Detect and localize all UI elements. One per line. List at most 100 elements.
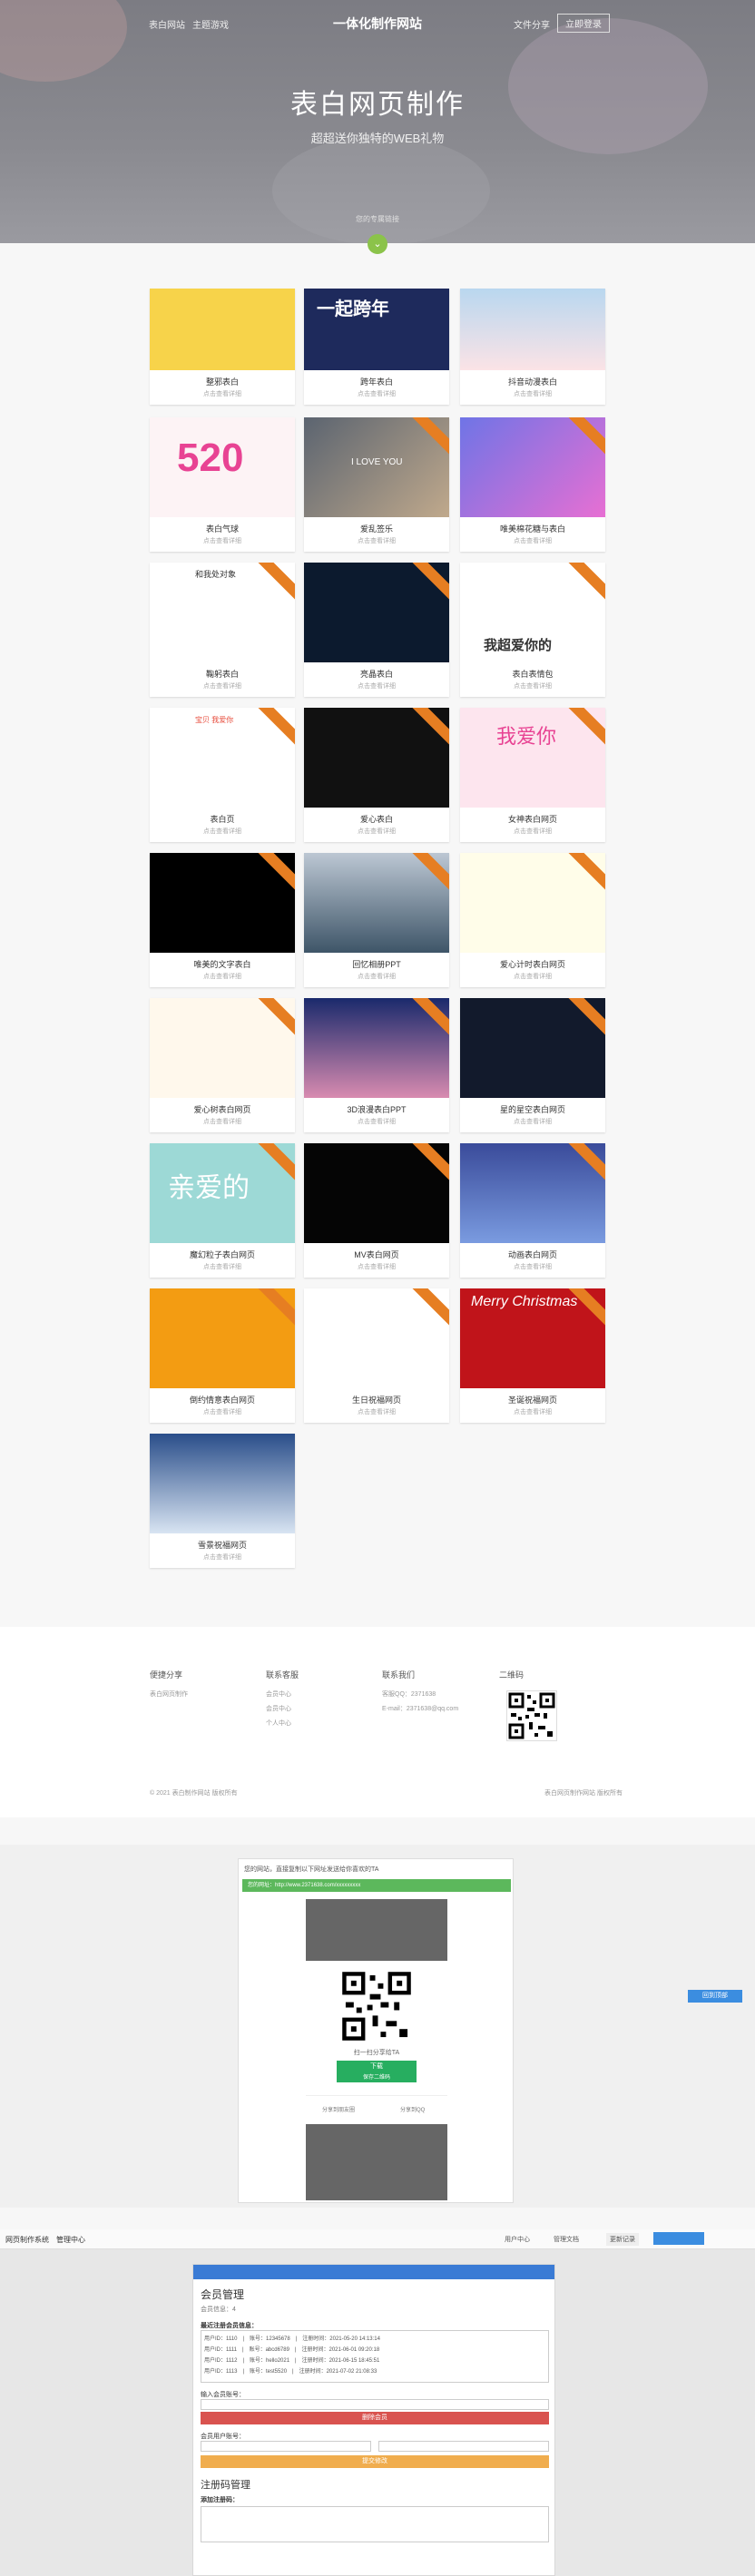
save-qr-button[interactable]: 保存二维码 [337,2073,417,2082]
share-url-bar[interactable]: 您的网址：http://www.2371638.com/xxxxxxxxx [242,1879,511,1892]
card-thumbnail[interactable] [304,563,449,662]
recent-members-box[interactable]: 用户ID：1110 | 账号：12345678 | 注册时间：2021-05-2… [201,2330,549,2383]
template-card[interactable]: 唯美的文字表白 点击查看详细 [150,853,295,987]
footer-link[interactable]: 表白网页制作 [150,1688,188,1702]
back-to-top-button[interactable]: 回到顶部 [688,1990,742,2003]
footer-text: 客服QQ：2371638 [382,1691,436,1698]
template-card[interactable]: 我爱你 女神表白网页 点击查看详细 [460,708,605,842]
footer-link[interactable]: 会员中心 [266,1688,299,1702]
card-thumbnail[interactable] [460,853,605,953]
site-footer: 便捷分享 表白网页制作 联系客服 会员中心 会员中心 个人中心 联系我们 客服Q… [0,1627,755,1817]
template-card[interactable]: 宝贝 我爱你 表白页 点击查看详细 [150,708,295,842]
template-card[interactable]: 星的星空表白网页 点击查看详细 [460,998,605,1132]
template-card[interactable]: 唯美棉花糖与表白 点击查看详细 [460,417,605,552]
card-thumbnail[interactable]: 宝贝 我爱你 [150,708,295,808]
card-meta: 点击查看详细 [203,974,241,980]
card-thumbnail[interactable]: 520 [150,417,295,517]
template-card[interactable]: 爱心计时表白网页 点击查看详细 [460,853,605,987]
admin-link-docs[interactable]: 管理文档 [554,2235,579,2244]
template-card[interactable]: 亲爱的 魔幻粒子表白网页 点击查看详细 [150,1143,295,1278]
template-card[interactable]: 动画表白网页 点击查看详细 [460,1143,605,1278]
template-card[interactable]: 爱心树表白网页 点击查看详细 [150,998,295,1132]
template-card[interactable]: MV表白网页 点击查看详细 [304,1143,449,1278]
share-moments-button[interactable]: 分享到朋友圈 [322,2105,355,2113]
footer-link[interactable]: 个人中心 [266,1717,299,1731]
card-thumbnail[interactable] [150,853,295,953]
card-thumbnail[interactable] [150,289,295,370]
footer-right[interactable]: 表白网页制作网站 版权所有 [544,1788,623,1797]
card-thumbnail[interactable] [150,1288,295,1388]
ribbon-badge [403,563,449,605]
template-card[interactable]: 整邪表白 点击查看详细 [150,289,295,405]
share-actions: 分享到朋友圈 分享到QQ [306,2095,447,2124]
qr-card: 扫一扫分享给TA 下载 保存二维码 分享到朋友圈 分享到QQ [306,1961,447,2124]
chevron-down-icon[interactable]: ⌄ [368,234,387,254]
card-thumbnail[interactable]: 一起跨年 [304,289,449,370]
template-card[interactable]: 一起跨年 跨年表白 点击查看详细 [304,289,449,405]
template-card[interactable]: 回忆相册PPT 点击查看详细 [304,853,449,987]
footer-col-title: 便捷分享 [150,1670,183,1680]
card-meta: 点击查看详细 [358,1409,396,1415]
template-card[interactable]: I LOVE YOU 爱乱签乐 点击查看详细 [304,417,449,552]
ribbon-badge [249,998,295,1041]
card-title: 女神表白网页 [507,815,557,824]
page-subtitle: 超超送你独特的WEB礼物 [310,132,445,145]
submit-edit-button[interactable]: 提交修改 [201,2455,549,2468]
admin-link-user[interactable]: 用户中心 [505,2235,530,2244]
card-thumbnail[interactable]: 和我处对象 [150,563,295,662]
template-card[interactable]: 和我处对象鞠躬表白点击查看详细 [150,563,295,697]
download-button[interactable]: 下载 [337,2061,417,2073]
card-meta: 点击查看详细 [358,1119,396,1125]
admin-button[interactable] [653,2232,704,2245]
brand-title[interactable]: 一体化制作网站 [0,15,755,33]
template-card[interactable]: 3D浪漫表白PPT 点击查看详细 [304,998,449,1132]
template-card[interactable]: 我超爱你的 表白表情包 点击查看详细 [460,563,605,697]
template-card[interactable]: 倒约情意表白网页 点击查看详细 [150,1288,295,1423]
delete-member-button[interactable]: 删除会员 [201,2412,549,2424]
member-count: 会员信息：4 [201,2307,236,2313]
card-title: 动画表白网页 [507,1250,557,1259]
qr-code-icon [506,1690,557,1741]
card-thumbnail[interactable]: 我超爱你的 [460,563,605,662]
share-qq-button[interactable]: 分享到QQ [400,2105,425,2113]
member-row: 用户ID：1113 | 账号：test5520 | 注册时间：2021-07-0… [204,2369,378,2375]
card-thumbnail[interactable] [150,998,295,1098]
card-thumbnail[interactable] [460,417,605,517]
footer-link[interactable]: 会员中心 [266,1702,299,1717]
template-card[interactable]: 520 表白气球 点击查看详细 [150,417,295,552]
template-card[interactable]: 爱心表白 点击查看详细 [304,708,449,842]
admin-link-updates[interactable]: 更新记录 [606,2233,639,2246]
card-thumbnail[interactable]: 亲爱的 [150,1143,295,1243]
ribbon-badge [249,853,295,896]
user-input-2[interactable] [378,2441,549,2452]
user-input[interactable] [201,2441,371,2452]
account-input[interactable] [201,2399,549,2410]
card-title: 鞠躬表白 [205,670,239,679]
template-card[interactable]: Merry Christmas 圣诞祝福网页 点击查看详细 [460,1288,605,1423]
card-thumbnail[interactable] [150,1434,295,1533]
card-thumbnail[interactable] [304,1288,449,1388]
template-card[interactable]: 抖音动漫表白 点击查看详细 [460,289,605,405]
template-card[interactable]: 亮晶表白 点击查看详细 [304,563,449,697]
thumb-text: 和我处对象 [195,570,237,579]
template-card[interactable]: 雪景祝福网页 点击查看详细 [150,1434,295,1568]
card-meta: 点击查看详细 [358,391,396,397]
card-thumbnail[interactable] [460,289,605,370]
hero-note: 您的专属链接 [356,215,399,223]
thumb-text: 520 [177,436,244,480]
card-thumbnail[interactable] [460,1143,605,1243]
share-screenshot: 您的网站，直接复制以下网址发送给你喜欢的TA 您的网址：http://www.2… [0,1845,755,2208]
card-thumbnail[interactable] [460,998,605,1098]
template-card[interactable]: 生日祝福网页 点击查看详细 [304,1288,449,1423]
card-thumbnail[interactable] [304,1143,449,1243]
card-thumbnail[interactable]: Merry Christmas [460,1288,605,1388]
card-thumbnail[interactable] [304,853,449,953]
card-thumbnail[interactable] [304,998,449,1098]
admin-brand[interactable]: 网页制作系统 管理中心 [5,2235,85,2245]
card-meta: 点击查看详细 [203,683,241,690]
card-thumbnail[interactable]: I LOVE YOU [304,417,449,517]
card-thumbnail[interactable]: 我爱你 [460,708,605,808]
card-thumbnail[interactable] [304,708,449,808]
footer-col-title: 二维码 [499,1670,525,1680]
code-textarea[interactable] [201,2506,549,2542]
